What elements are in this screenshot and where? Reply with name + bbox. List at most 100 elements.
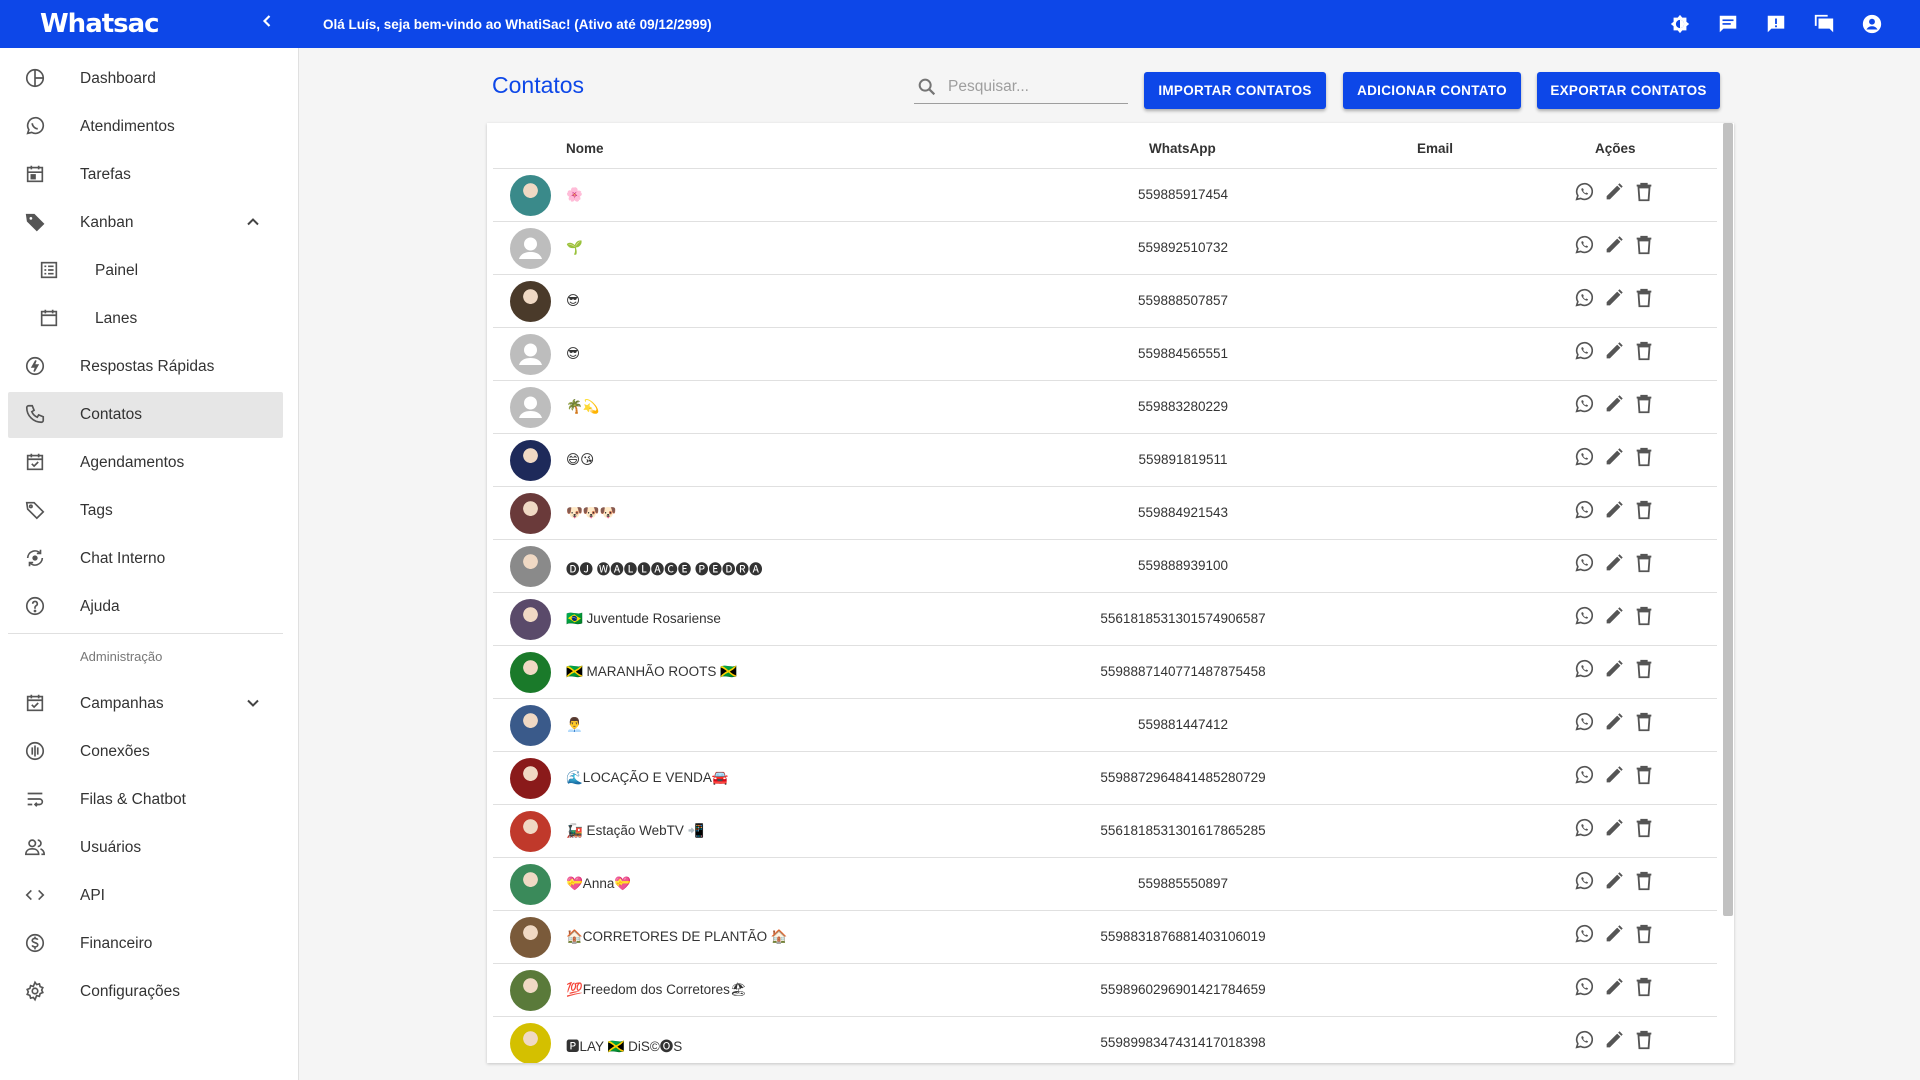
sidebar-item-tarefas[interactable]: Tarefas: [8, 152, 283, 198]
table-row[interactable]: 🌸 559885917454: [493, 169, 1717, 222]
theme-toggle-button[interactable]: [1666, 10, 1694, 38]
delete-contact-button[interactable]: [1633, 871, 1655, 894]
contact-name: 🏠CORRETORES DE PLANTÃO 🏠: [566, 929, 788, 944]
delete-contact-button[interactable]: [1633, 341, 1655, 364]
sidebar-item-kanban[interactable]: Kanban: [8, 200, 283, 246]
table-row[interactable]: 👨‍💼 559881447412: [493, 699, 1717, 752]
delete-contact-button[interactable]: [1633, 394, 1655, 417]
open-chat-button[interactable]: [1573, 394, 1595, 417]
sidebar-item-filas-chatbot[interactable]: Filas & Chatbot: [8, 777, 283, 823]
sidebar-item-tags[interactable]: Tags: [8, 488, 283, 534]
edit-contact-button[interactable]: [1603, 818, 1625, 841]
sidebar-item-api[interactable]: API: [8, 873, 283, 919]
sidebar-item-financeiro[interactable]: Financeiro: [8, 921, 283, 967]
table-row[interactable]: 🇧🇷 Juventude Rosariense 55618185313015749…: [493, 593, 1717, 646]
edit-contact-button[interactable]: [1603, 712, 1625, 735]
table-row[interactable]: 🌊LOCAÇÃO E VENDA🚘 5598872964841485280729: [493, 752, 1717, 805]
delete-contact-button[interactable]: [1633, 553, 1655, 576]
export-contacts-button[interactable]: EXPORTAR CONTATOS: [1537, 72, 1720, 109]
delete-contact-button[interactable]: [1633, 765, 1655, 788]
edit-contact-button[interactable]: [1603, 447, 1625, 470]
open-chat-button[interactable]: [1573, 818, 1595, 841]
table-row[interactable]: 💯Freedom dos Corretores🏖 5598960296901421…: [493, 964, 1717, 1017]
open-chat-button[interactable]: [1573, 606, 1595, 629]
sidebar-item-painel[interactable]: Painel: [8, 248, 283, 294]
table-row[interactable]: 🇯🇲 MARANHÃO ROOTS 🇯🇲 55988871407714878754…: [493, 646, 1717, 699]
open-chat-button[interactable]: [1573, 765, 1595, 788]
announcement-button[interactable]: [1762, 10, 1790, 38]
sidebar-item-agendamentos[interactable]: Agendamentos: [8, 440, 283, 486]
table-row[interactable]: 😄😘 559891819511: [493, 434, 1717, 487]
delete-contact-button[interactable]: [1633, 182, 1655, 205]
edit-contact-button[interactable]: [1603, 288, 1625, 311]
open-chat-button[interactable]: [1573, 288, 1595, 311]
delete-contact-button[interactable]: [1633, 818, 1655, 841]
edit-contact-button[interactable]: [1603, 924, 1625, 947]
delete-contact-button[interactable]: [1633, 1030, 1655, 1053]
delete-contact-button[interactable]: [1633, 288, 1655, 311]
edit-contact-button[interactable]: [1603, 606, 1625, 629]
open-chat-button[interactable]: [1573, 500, 1595, 523]
table-row[interactable]: 😎 559888507857: [493, 275, 1717, 328]
edit-contact-button[interactable]: [1603, 871, 1625, 894]
edit-contact-button[interactable]: [1603, 235, 1625, 258]
open-chat-button[interactable]: [1573, 341, 1595, 364]
sidebar-item-atendimentos[interactable]: Atendimentos: [8, 104, 283, 150]
edit-contact-button[interactable]: [1603, 394, 1625, 417]
edit-contact-button[interactable]: [1603, 659, 1625, 682]
edit-contact-button[interactable]: [1603, 341, 1625, 364]
sidebar-item-dashboard[interactable]: Dashboard: [8, 56, 283, 102]
open-chat-button[interactable]: [1573, 235, 1595, 258]
edit-contact-button[interactable]: [1603, 500, 1625, 523]
edit-contact-button[interactable]: [1603, 182, 1625, 205]
delete-contact-button[interactable]: [1633, 500, 1655, 523]
table-row[interactable]: 🅓🅙 🅦🅐🅛🅛🅐🅒🅔 🅟🅔🅓🅡🅐 559888939100: [493, 540, 1717, 593]
table-row[interactable]: 😎 559884565551: [493, 328, 1717, 381]
table-row[interactable]: 💝Anna💝 559885550897: [493, 858, 1717, 911]
open-chat-button[interactable]: [1573, 1030, 1595, 1053]
search-input[interactable]: [948, 77, 1118, 96]
delete-contact-button[interactable]: [1633, 235, 1655, 258]
collapse-sidebar-button[interactable]: [257, 11, 277, 37]
forum-button[interactable]: [1810, 10, 1838, 38]
sidebar-item-usuarios[interactable]: Usuários: [8, 825, 283, 871]
open-chat-button[interactable]: [1573, 924, 1595, 947]
sidebar-item-campanhas[interactable]: Campanhas: [8, 681, 283, 727]
chat-button[interactable]: [1714, 10, 1742, 38]
sidebar-item-chat-interno[interactable]: Chat Interno: [8, 536, 283, 582]
edit-contact-button[interactable]: [1603, 553, 1625, 576]
table-row[interactable]: 🅿LA️Y 🇯🇲 DiS©🅞S 5598998347431417018398: [493, 1017, 1717, 1063]
open-chat-button[interactable]: [1573, 553, 1595, 576]
delete-contact-button[interactable]: [1633, 659, 1655, 682]
delete-contact-button[interactable]: [1633, 447, 1655, 470]
sidebar-item-ajuda[interactable]: Ajuda: [8, 584, 283, 630]
add-contact-button[interactable]: ADICIONAR CONTATO: [1343, 72, 1521, 109]
table-scrollbar[interactable]: [1723, 123, 1733, 916]
open-chat-button[interactable]: [1573, 977, 1595, 1000]
delete-contact-button[interactable]: [1633, 712, 1655, 735]
table-row[interactable]: 🌴💫 559883280229: [493, 381, 1717, 434]
open-chat-button[interactable]: [1573, 712, 1595, 735]
sidebar-item-configuracoes[interactable]: Configurações: [8, 969, 283, 1015]
edit-contact-button[interactable]: [1603, 977, 1625, 1000]
delete-contact-button[interactable]: [1633, 606, 1655, 629]
delete-contact-button[interactable]: [1633, 924, 1655, 947]
open-chat-button[interactable]: [1573, 182, 1595, 205]
sidebar-item-lanes[interactable]: Lanes: [8, 296, 283, 342]
table-row[interactable]: 🐶🐶🐶 559884921543: [493, 487, 1717, 540]
open-chat-button[interactable]: [1573, 659, 1595, 682]
delete-contact-button[interactable]: [1633, 977, 1655, 1000]
table-row[interactable]: 🏠CORRETORES DE PLANTÃO 🏠 5598831876881403…: [493, 911, 1717, 964]
account-button[interactable]: [1858, 10, 1886, 38]
table-row[interactable]: 🚂 Estação WebTV 📲 5561818531301617865285: [493, 805, 1717, 858]
sidebar-item-respostas-rapidas[interactable]: Respostas Rápidas: [8, 344, 283, 390]
edit-contact-button[interactable]: [1603, 765, 1625, 788]
import-contacts-button[interactable]: IMPORTAR CONTATOS: [1144, 72, 1326, 109]
table-row[interactable]: 🌱 559892510732: [493, 222, 1717, 275]
contact-name: 🐶🐶🐶: [566, 505, 617, 520]
open-chat-button[interactable]: [1573, 447, 1595, 470]
sidebar-item-contatos[interactable]: Contatos: [8, 392, 283, 438]
sidebar-item-conexoes[interactable]: Conexões: [8, 729, 283, 775]
edit-contact-button[interactable]: [1603, 1030, 1625, 1053]
open-chat-button[interactable]: [1573, 871, 1595, 894]
